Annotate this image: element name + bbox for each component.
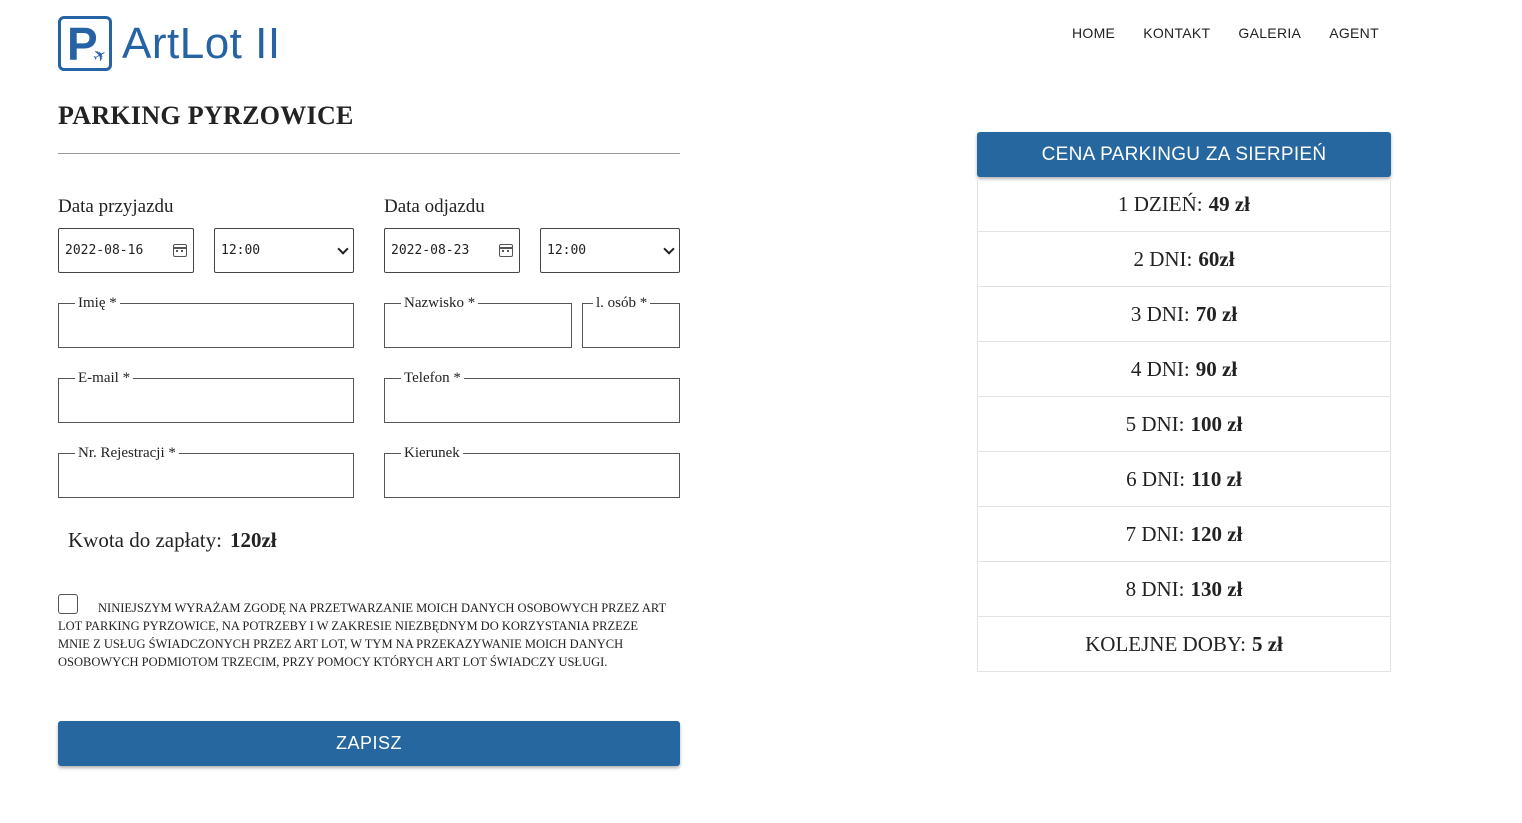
direction-field[interactable]: Kierunek: [384, 446, 680, 498]
price-table: 1 DZIEŃ: 49 zł 2 DNI: 60zł 3 DNI: 70 zł 4 D…: [977, 177, 1391, 672]
price-row: 8 DNI: 130 zł: [978, 562, 1390, 617]
phone-field[interactable]: Telefon *: [384, 371, 680, 423]
calendar-icon[interactable]: [173, 244, 187, 257]
last-name-label: Nazwisko *: [401, 296, 479, 311]
price-row: 4 DNI: 90 zł: [978, 342, 1390, 397]
price-row: KOLEJNE DOBY: 5 zł: [978, 617, 1390, 672]
email-label: E-mail *: [75, 371, 134, 386]
nav-home[interactable]: HOME: [1072, 25, 1115, 41]
direction-label: Kierunek: [401, 446, 463, 461]
logo[interactable]: P ✈ ArtLot II: [58, 16, 281, 71]
persons-label: l. osób *: [593, 296, 651, 311]
save-button[interactable]: ZAPISZ: [58, 721, 680, 766]
nav-kontakt[interactable]: KONTAKT: [1143, 25, 1210, 41]
chevron-down-icon: [663, 242, 675, 255]
amount-value: 120zł: [229, 528, 277, 552]
page-title: PARKING PYRZOWICE: [58, 101, 354, 130]
phone-label: Telefon *: [401, 371, 464, 386]
price-row: 5 DNI: 100 zł: [978, 397, 1390, 452]
departure-date-input[interactable]: 2022-08-23: [384, 228, 520, 273]
departure-date-label: Data odjazdu: [384, 196, 485, 217]
nav-agent[interactable]: AGENT: [1329, 25, 1379, 41]
calendar-icon[interactable]: [499, 244, 513, 257]
arrival-time-select[interactable]: 12:00: [214, 228, 354, 273]
price-row: 7 DNI: 120 zł: [978, 507, 1390, 562]
price-row: 1 DZIEŃ: 49 zł: [978, 177, 1390, 232]
consent-checkbox[interactable]: [58, 594, 78, 614]
main-nav: HOME KONTAKT GALERIA AGENT: [1072, 25, 1407, 41]
email-field[interactable]: E-mail *: [58, 371, 354, 423]
first-name-field[interactable]: Imię *: [58, 296, 354, 348]
amount-due: Kwota do zapłaty: 120zł: [68, 528, 277, 553]
arrival-date-input[interactable]: 2022-08-16: [58, 228, 194, 273]
nav-galeria[interactable]: GALERIA: [1238, 25, 1301, 41]
first-name-label: Imię *: [75, 296, 120, 311]
price-row: 6 DNI: 110 zł: [978, 452, 1390, 507]
parking-logo-icon: P ✈: [58, 16, 112, 71]
registration-label: Nr. Rejestracji *: [75, 446, 179, 461]
registration-field[interactable]: Nr. Rejestracji *: [58, 446, 354, 498]
price-table-header: CENA PARKINGU ZA SIERPIEŃ: [977, 132, 1391, 177]
consent-text: NINIEJSZYM WYRAŻAM ZGODĘ NA PRZETWARZANI…: [58, 601, 666, 669]
amount-label: Kwota do zapłaty:: [68, 528, 222, 552]
chevron-down-icon: [337, 242, 349, 255]
price-row: 3 DNI: 70 zł: [978, 287, 1390, 342]
title-divider: [58, 153, 680, 154]
arrival-date-label: Data przyjazdu: [58, 196, 174, 217]
logo-text: ArtLot II: [122, 18, 281, 68]
last-name-field[interactable]: Nazwisko *: [384, 296, 572, 348]
price-row: 2 DNI: 60zł: [978, 232, 1390, 287]
departure-time-select[interactable]: 12:00: [540, 228, 680, 273]
persons-field[interactable]: l. osób *: [582, 296, 680, 348]
